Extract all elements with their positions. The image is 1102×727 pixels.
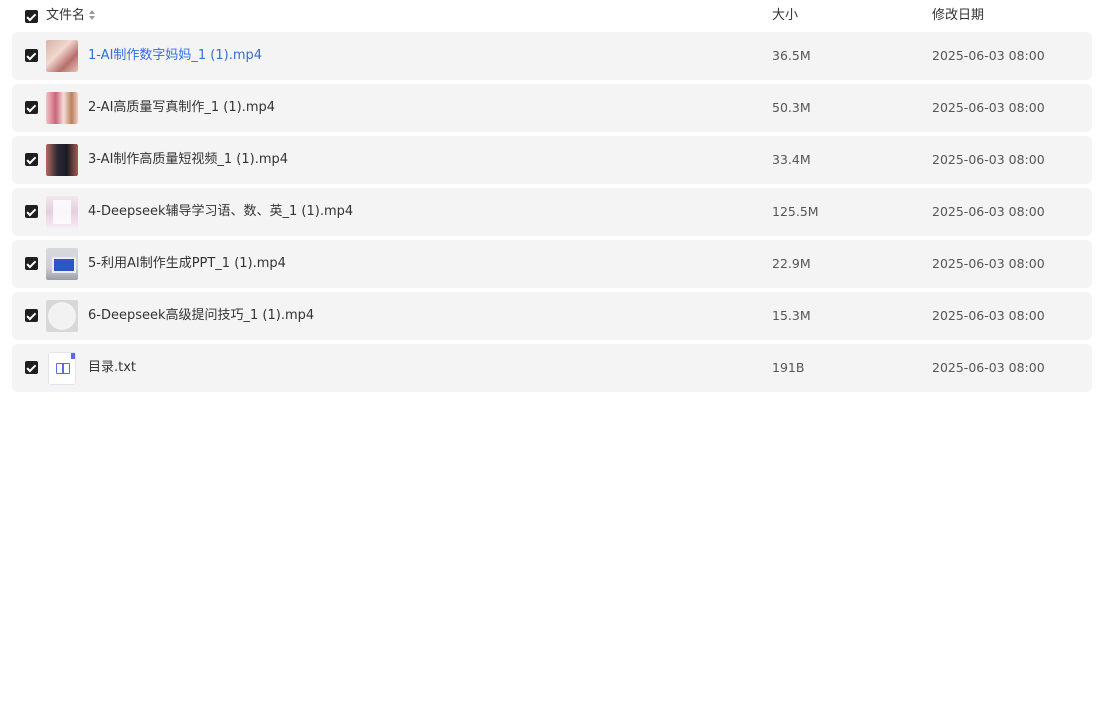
file-size: 50.3M (772, 100, 811, 115)
file-date: 2025-06-03 08:00 (932, 256, 1045, 271)
file-date: 2025-06-03 08:00 (932, 204, 1045, 219)
file-size: 22.9M (772, 256, 811, 271)
file-size: 125.5M (772, 204, 819, 219)
video-thumbnail-icon (46, 248, 78, 280)
select-all-checkbox[interactable] (25, 10, 38, 23)
file-size: 33.4M (772, 152, 811, 167)
file-row[interactable]: 5-利用AI制作生成PPT_1 (1).mp4 22.9M 2025-06-03… (12, 240, 1092, 288)
file-name-link[interactable]: 6-Deepseek高级提问技巧_1 (1).mp4 (88, 308, 314, 324)
row-checkbox[interactable] (25, 101, 38, 114)
file-name-link[interactable]: 2-AI高质量写真制作_1 (1).mp4 (88, 100, 275, 116)
file-row[interactable]: 2-AI高质量写真制作_1 (1).mp4 50.3M 2025-06-03 0… (12, 84, 1092, 132)
file-date: 2025-06-03 08:00 (932, 100, 1045, 115)
row-checkbox[interactable] (25, 361, 38, 374)
sort-icon[interactable] (89, 10, 96, 22)
file-date: 2025-06-03 08:00 (932, 360, 1045, 375)
column-header-date[interactable]: 修改日期 (932, 8, 984, 24)
file-size: 191B (772, 360, 805, 375)
column-header-size[interactable]: 大小 (772, 8, 798, 24)
column-header-name[interactable]: 文件名 (46, 8, 85, 24)
book-icon (56, 363, 70, 374)
file-row[interactable]: 目录.txt 191B 2025-06-03 08:00 (12, 344, 1092, 392)
video-thumbnail-icon (46, 196, 78, 228)
file-date: 2025-06-03 08:00 (932, 152, 1045, 167)
file-row[interactable]: 4-Deepseek辅导学习语、数、英_1 (1).mp4 125.5M 202… (12, 188, 1092, 236)
row-checkbox[interactable] (25, 309, 38, 322)
row-checkbox[interactable] (25, 49, 38, 62)
row-checkbox[interactable] (25, 205, 38, 218)
file-date: 2025-06-03 08:00 (932, 308, 1045, 323)
file-list: 文件名 大小 修改日期 1-AI制作数字妈妈_1 (1).mp4 36.5M 2… (0, 0, 1102, 727)
file-row[interactable]: 1-AI制作数字妈妈_1 (1).mp4 36.5M 2025-06-03 08… (12, 32, 1092, 80)
list-header: 文件名 大小 修改日期 (12, 0, 1092, 32)
file-size: 15.3M (772, 308, 811, 323)
file-name-link[interactable]: 1-AI制作数字妈妈_1 (1).mp4 (88, 48, 262, 64)
video-thumbnail-icon (46, 300, 78, 332)
file-row[interactable]: 3-AI制作高质量短视频_1 (1).mp4 33.4M 2025-06-03 … (12, 136, 1092, 184)
file-name-link[interactable]: 目录.txt (88, 360, 136, 376)
video-thumbnail-icon (46, 144, 78, 176)
row-checkbox[interactable] (25, 257, 38, 270)
file-name-link[interactable]: 5-利用AI制作生成PPT_1 (1).mp4 (88, 256, 286, 272)
video-thumbnail-icon (46, 40, 78, 72)
row-checkbox[interactable] (25, 153, 38, 166)
file-date: 2025-06-03 08:00 (932, 48, 1045, 63)
file-name-link[interactable]: 3-AI制作高质量短视频_1 (1).mp4 (88, 152, 288, 168)
file-name-link[interactable]: 4-Deepseek辅导学习语、数、英_1 (1).mp4 (88, 204, 353, 220)
file-row[interactable]: 6-Deepseek高级提问技巧_1 (1).mp4 15.3M 2025-06… (12, 292, 1092, 340)
text-file-icon (48, 352, 76, 385)
video-thumbnail-icon (46, 92, 78, 124)
file-size: 36.5M (772, 48, 811, 63)
